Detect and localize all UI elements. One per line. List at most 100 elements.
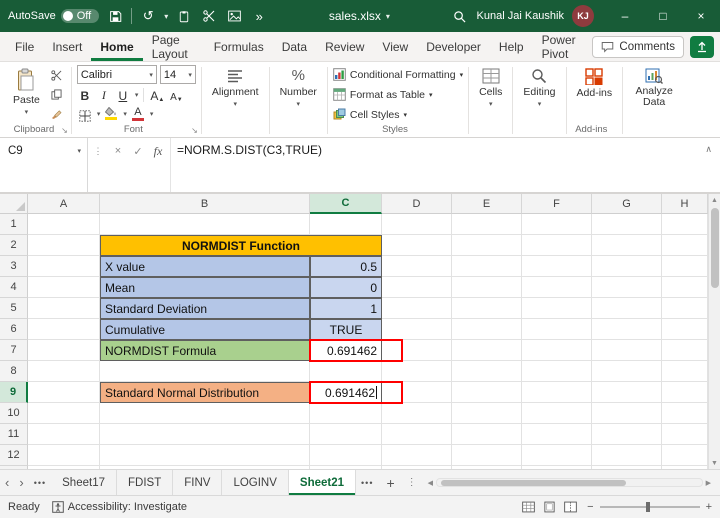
cell-C9[interactable]: 0.691462 [310,382,382,403]
cell-D11[interactable] [382,424,452,445]
cell-D3[interactable] [382,256,452,277]
menu-tab-insert[interactable]: Insert [43,32,91,61]
font-color-dropdown-icon[interactable]: ▾ [150,110,154,118]
cell-G11[interactable] [592,424,662,445]
scroll-left-icon[interactable]: ◀ [425,479,436,487]
cut-icon[interactable] [48,67,66,84]
fill-color-icon[interactable] [103,105,119,122]
insert-function-icon[interactable]: fx [148,141,168,161]
clipboard-dialog-launcher-icon[interactable]: ↘ [61,126,68,135]
comments-button[interactable]: Comments [592,36,684,58]
hidden-sheets-left-icon[interactable]: ••• [29,470,51,495]
zoom-in-icon[interactable]: + [706,501,712,513]
cell-G12[interactable] [592,445,662,466]
enter-icon[interactable]: ✓ [128,141,148,161]
col-header-E[interactable]: E [452,194,522,214]
cell-G8[interactable] [592,361,662,382]
cell-D9[interactable] [382,382,452,403]
cell-D8[interactable] [382,361,452,382]
sheet-tab-sheet21[interactable]: Sheet21 [289,470,356,495]
cell-H4[interactable] [662,277,708,298]
menu-tab-formulas[interactable]: Formulas [205,32,273,61]
cell-B6[interactable]: Cumulative [100,319,310,340]
menu-tab-data[interactable]: Data [273,32,316,61]
cell-E7[interactable] [452,340,522,361]
cell-C7[interactable]: 0.691462 [310,340,382,361]
cell-E1[interactable] [452,214,522,235]
cell-D6[interactable] [382,319,452,340]
cell-H8[interactable] [662,361,708,382]
font-name-combo[interactable]: Calibri ▾ [77,65,157,84]
page-layout-view-icon[interactable] [543,501,556,513]
scroll-right-icon[interactable]: ▶ [703,479,714,487]
cell-D4[interactable] [382,277,452,298]
horizontal-scrollbar[interactable]: ◀ ▶ [425,475,714,490]
borders-dropdown-icon[interactable]: ▾ [97,110,101,118]
cell-H1[interactable] [662,214,708,235]
cell-F1[interactable] [522,214,592,235]
borders-icon[interactable] [77,105,93,122]
name-box[interactable]: C9 ▾ [0,138,88,192]
cell-C12[interactable] [310,445,382,466]
cell-D12[interactable] [382,445,452,466]
search-icon[interactable] [451,7,469,25]
cell-C1[interactable] [310,214,382,235]
user-name[interactable]: Kunal Jai Kaushik [477,10,564,22]
cell-E8[interactable] [452,361,522,382]
sheet-nav-next-icon[interactable]: › [14,470,28,495]
cell-F8[interactable] [522,361,592,382]
vertical-scroll-track[interactable] [709,206,720,457]
cell-G5[interactable] [592,298,662,319]
underline-button[interactable]: U [115,86,131,103]
cell-E13[interactable] [452,466,522,469]
close-button[interactable]: × [682,0,720,32]
undo-icon[interactable]: ↺ [139,7,157,25]
cell-F10[interactable] [522,403,592,424]
name-box-resizer-icon[interactable]: ⋮ [88,141,108,161]
format-as-table-button[interactable]: Format as Table ▾ [333,85,463,104]
minimize-button[interactable]: – [606,0,644,32]
menu-tab-developer[interactable]: Developer [417,32,490,61]
underline-dropdown-icon[interactable]: ▾ [135,91,139,99]
cell-B2[interactable]: NORMDIST Function [100,235,382,256]
cell-A8[interactable] [28,361,100,382]
col-header-G[interactable]: G [592,194,662,214]
row-header-7[interactable]: 7 [0,340,28,361]
zoom-slider-thumb[interactable] [646,502,650,512]
row-header-2[interactable]: 2 [0,235,28,256]
horizontal-scroll-track[interactable] [436,478,703,487]
cell-E12[interactable] [452,445,522,466]
cell-H11[interactable] [662,424,708,445]
select-all-corner[interactable] [0,194,28,214]
cell-B12[interactable] [100,445,310,466]
cell-B8[interactable] [100,361,310,382]
cell-D10[interactable] [382,403,452,424]
copy-icon[interactable] [48,86,66,103]
scroll-down-icon[interactable]: ▼ [711,457,718,469]
cell-E5[interactable] [452,298,522,319]
hidden-sheets-right-icon[interactable]: ••• [356,470,378,495]
cell-B11[interactable] [100,424,310,445]
cell-H9[interactable] [662,382,708,403]
cell-styles-button[interactable]: Cell Styles ▾ [333,105,463,124]
cancel-icon[interactable]: × [108,141,128,161]
cell-C6[interactable]: TRUE [310,319,382,340]
row-header-10[interactable]: 10 [0,403,28,424]
cell-H2[interactable] [662,235,708,256]
row-header-3[interactable]: 3 [0,256,28,277]
editing-button[interactable]: Editing ▾ [518,65,560,108]
cell-E3[interactable] [452,256,522,277]
row-header-8[interactable]: 8 [0,361,28,382]
menu-tab-file[interactable]: File [6,32,43,61]
cell-F9[interactable] [522,382,592,403]
cell-A11[interactable] [28,424,100,445]
horizontal-scroll-thumb[interactable] [441,480,626,486]
cell-H7[interactable] [662,340,708,361]
qat-cut-icon[interactable] [200,7,218,25]
font-color-icon[interactable]: A [130,105,146,122]
cell-A12[interactable] [28,445,100,466]
row-header-11[interactable]: 11 [0,424,28,445]
sheet-nav-prev-icon[interactable]: ‹ [0,470,14,495]
new-sheet-button[interactable]: + [378,470,402,495]
cell-E2[interactable] [452,235,522,256]
